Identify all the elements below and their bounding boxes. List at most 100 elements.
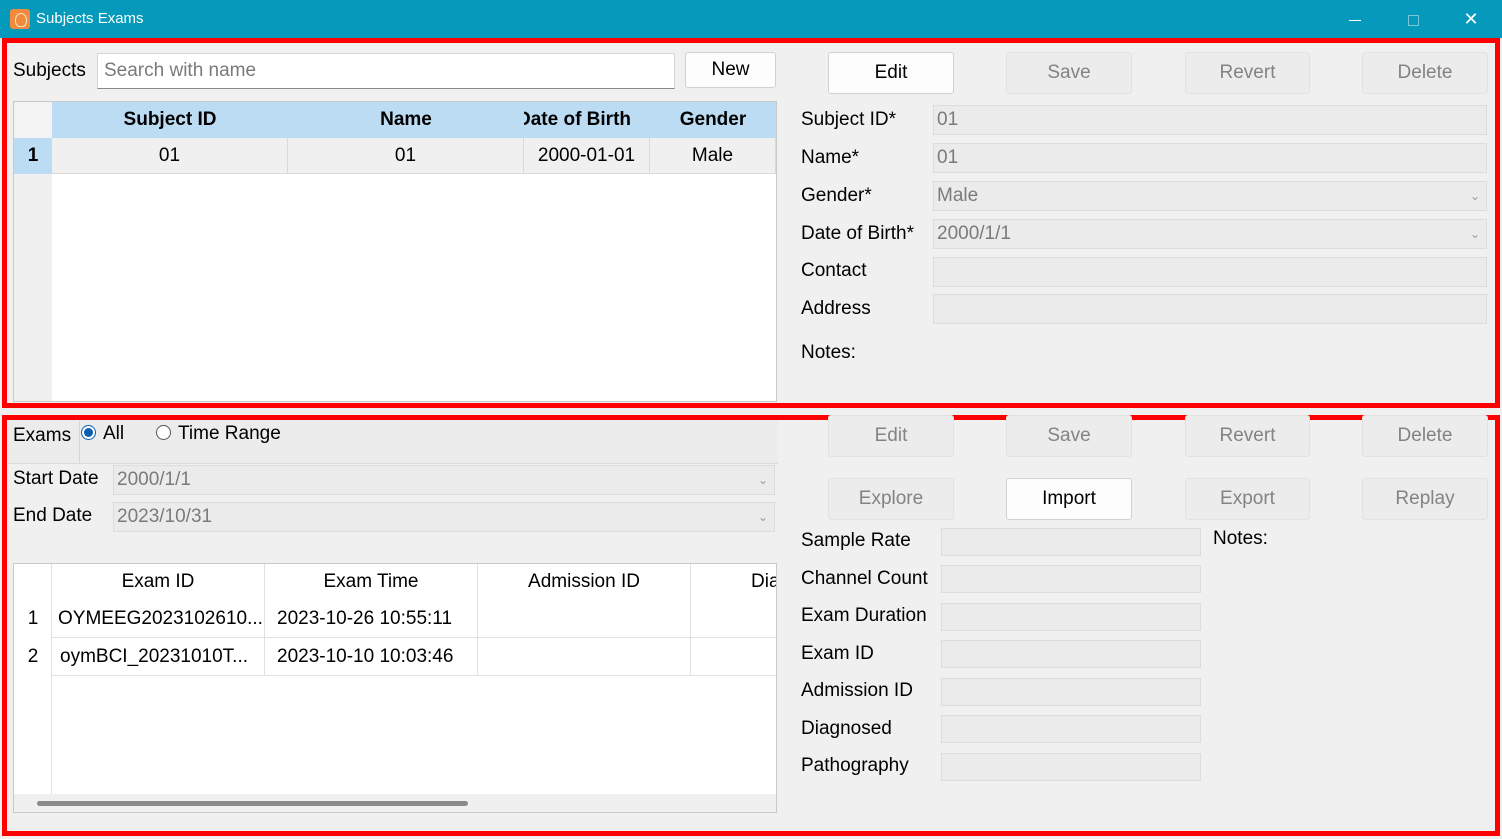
exam-edit-button[interactable]: Edit — [828, 415, 954, 457]
gender-value: Male — [937, 185, 979, 206]
name-label: Name* — [801, 147, 860, 168]
scrollbar-thumb[interactable] — [37, 801, 468, 806]
exam-duration-field[interactable] — [941, 603, 1201, 631]
subjects-label: Subjects — [13, 60, 86, 81]
filter-time-range-radio[interactable] — [156, 425, 171, 440]
table-header-row: Subject ID Name Date of Birth Gender — [52, 102, 776, 138]
chevron-down-icon: ⌄ — [757, 510, 768, 524]
start-date-label: Start Date — [13, 468, 99, 489]
cell-diagnosed[interactable] — [691, 638, 776, 676]
explore-button[interactable]: Explore — [828, 478, 954, 520]
chevron-down-icon: ⌄ — [1469, 189, 1480, 203]
new-subject-button[interactable]: New — [685, 52, 776, 88]
exam-delete-button[interactable]: Delete — [1362, 415, 1488, 457]
pathography-label: Pathography — [801, 755, 909, 776]
horizontal-scrollbar[interactable] — [14, 794, 776, 812]
cell-gender[interactable]: Male — [650, 138, 776, 174]
pathography-field[interactable] — [941, 753, 1201, 781]
import-button[interactable]: Import — [1006, 478, 1132, 520]
admission-id-field[interactable] — [941, 678, 1201, 706]
contact-field[interactable] — [933, 257, 1487, 287]
table-row[interactable]: oymBCI_20231010T... 2023-10-10 10:03:46 — [52, 638, 776, 676]
column-header-date-of-birth[interactable]: Date of Birth — [524, 102, 650, 138]
cell-subject-id[interactable]: 01 — [52, 138, 288, 174]
address-label: Address — [801, 298, 871, 319]
sample-rate-label: Sample Rate — [801, 530, 911, 551]
column-header-subject-id[interactable]: Subject ID — [52, 102, 288, 138]
exam-revert-button[interactable]: Revert — [1185, 415, 1310, 457]
app-icon — [10, 9, 30, 29]
column-header-admission-id[interactable]: Admission ID — [478, 564, 691, 600]
table-header-row: Exam ID Exam Time Admission ID Diagnosed — [52, 564, 776, 600]
subject-id-field[interactable]: 01 — [933, 105, 1487, 135]
filter-time-range-label[interactable]: Time Range — [178, 423, 281, 445]
exams-table[interactable]: Exam ID Exam Time Admission ID Diagnosed… — [13, 563, 777, 813]
exams-divider — [79, 421, 80, 463]
contact-label: Contact — [801, 260, 867, 281]
table-row[interactable]: OYMEEG2023102610... 2023-10-26 10:55:11 — [52, 600, 776, 638]
column-header-exam-id[interactable]: Exam ID — [52, 564, 265, 600]
cell-exam-time[interactable]: 2023-10-10 10:03:46 — [265, 638, 478, 676]
cell-admission-id[interactable] — [478, 638, 691, 676]
subject-save-button[interactable]: Save — [1006, 52, 1132, 94]
row-header-column — [14, 138, 52, 401]
row-header-1[interactable]: 1 — [14, 600, 52, 638]
chevron-down-icon: ⌄ — [757, 473, 768, 487]
exam-notes-label: Notes: — [1213, 528, 1268, 549]
row-header-1[interactable]: 1 — [14, 138, 52, 174]
close-icon: ✕ — [1463, 9, 1479, 29]
filter-all-radio[interactable] — [81, 425, 96, 440]
exam-id-label: Exam ID — [801, 643, 874, 664]
end-date-label: End Date — [13, 505, 93, 526]
cell-name[interactable]: 01 — [288, 138, 524, 174]
subject-edit-button[interactable]: Edit — [828, 52, 954, 94]
window-title: Subjects Exams — [36, 10, 144, 27]
column-header-exam-time[interactable]: Exam Time — [265, 564, 478, 600]
filter-all-label[interactable]: All — [103, 423, 124, 445]
column-header-name[interactable]: Name — [288, 102, 524, 138]
cell-exam-id[interactable]: OYMEEG2023102610... — [52, 600, 265, 638]
export-button[interactable]: Export — [1185, 478, 1310, 520]
admission-id-label: Admission ID — [801, 680, 913, 701]
cell-exam-time[interactable]: 2023-10-26 10:55:11 — [265, 600, 478, 638]
cell-date-of-birth[interactable]: 2000-01-01 — [524, 138, 650, 174]
column-header-diagnosed[interactable]: Diagnosed — [691, 564, 776, 600]
table-corner — [14, 564, 52, 600]
maximize-button[interactable] — [1384, 0, 1442, 38]
gender-label: Gender* — [801, 185, 872, 206]
date-of-birth-label: Date of Birth* — [801, 223, 914, 244]
date-of-birth-picker[interactable]: 2000/1/1 ⌄ — [933, 219, 1487, 249]
exam-id-field[interactable] — [941, 640, 1201, 668]
start-date-picker[interactable]: 2000/1/1 ⌄ — [113, 465, 775, 495]
close-button[interactable]: ✕ — [1442, 0, 1500, 38]
row-header-2[interactable]: 2 — [14, 638, 52, 676]
replay-button[interactable]: Replay — [1362, 478, 1488, 520]
exam-save-button[interactable]: Save — [1006, 415, 1132, 457]
channel-count-field[interactable] — [941, 565, 1201, 593]
diagnosed-label: Diagnosed — [801, 718, 892, 739]
name-field[interactable]: 01 — [933, 143, 1487, 173]
notes-label: Notes: — [801, 342, 856, 363]
column-header-gender[interactable]: Gender — [650, 102, 776, 138]
address-field[interactable] — [933, 294, 1487, 324]
gender-select[interactable]: Male ⌄ — [933, 181, 1487, 211]
exam-duration-label: Exam Duration — [801, 605, 927, 626]
end-date-picker[interactable]: 2023/10/31 ⌄ — [113, 502, 775, 532]
subjects-table[interactable]: Subject ID Name Date of Birth Gender 1 0… — [13, 101, 777, 402]
subject-revert-button[interactable]: Revert — [1185, 52, 1310, 94]
table-row[interactable]: 01 01 2000-01-01 Male — [52, 138, 776, 174]
cell-admission-id[interactable] — [478, 600, 691, 638]
subject-search-input[interactable] — [97, 53, 675, 89]
minimize-button[interactable] — [1326, 0, 1384, 38]
channel-count-label: Channel Count — [801, 568, 928, 589]
table-corner — [14, 102, 52, 138]
cell-diagnosed[interactable] — [691, 600, 776, 638]
minimize-icon — [1349, 19, 1361, 21]
chevron-down-icon: ⌄ — [1469, 227, 1480, 241]
cell-exam-id[interactable]: oymBCI_20231010T... — [52, 638, 265, 676]
subject-delete-button[interactable]: Delete — [1362, 52, 1488, 94]
subject-id-label: Subject ID* — [801, 109, 897, 130]
end-date-value: 2023/10/31 — [117, 506, 213, 527]
diagnosed-field[interactable] — [941, 715, 1201, 743]
sample-rate-field[interactable] — [941, 528, 1201, 556]
